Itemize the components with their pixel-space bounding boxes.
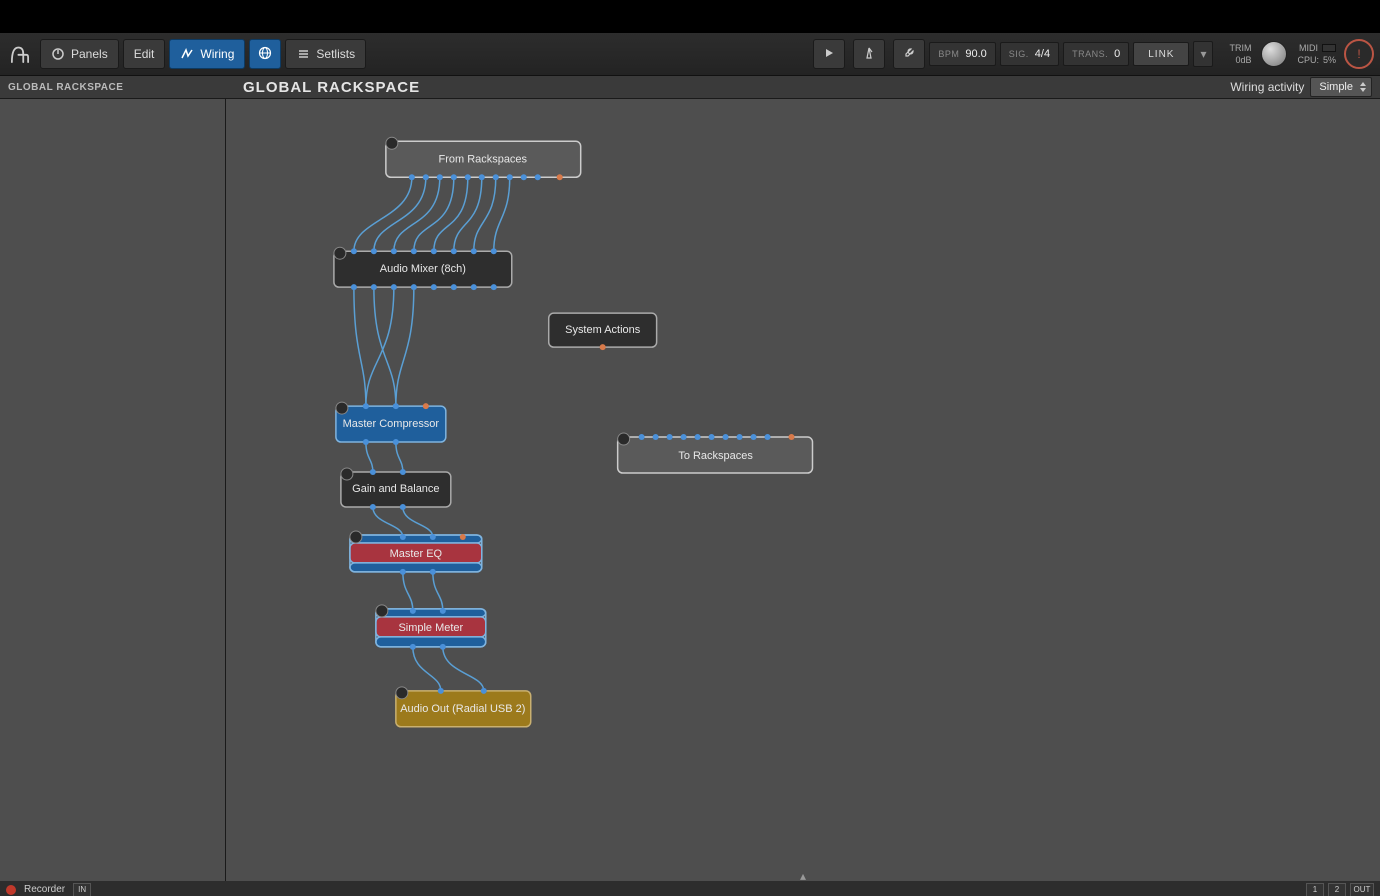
- page-title: GLOBAL RACKSPACE: [233, 79, 420, 96]
- panels-button[interactable]: Panels: [40, 39, 119, 69]
- midi-indicator: [1322, 44, 1336, 52]
- wiring-activity-label: Wiring activity: [1230, 80, 1304, 94]
- node-master-eq[interactable]: Master EQ: [350, 531, 482, 575]
- wiring-activity-select[interactable]: Simple: [1310, 77, 1372, 97]
- workspace: .node-rect { rx:5; ry:5; stroke-width:1.…: [0, 99, 1380, 881]
- play-icon: [823, 47, 835, 62]
- channel-2-badge[interactable]: 2: [1328, 883, 1346, 896]
- node-gain-balance[interactable]: Gain and Balance: [341, 468, 451, 510]
- chevron-down-icon: ▾: [1200, 47, 1206, 61]
- status-block: TRIM 0dB MIDI CPU: 5%: [1229, 41, 1336, 67]
- tempo-dropdown[interactable]: ▾: [1193, 41, 1213, 67]
- wrench-icon: [902, 46, 916, 63]
- node-simple-meter[interactable]: Simple Meter: [376, 605, 486, 650]
- svg-text:System Actions: System Actions: [565, 324, 641, 336]
- metronome-icon: [862, 46, 876, 63]
- global-button[interactable]: [249, 39, 281, 69]
- footer: Recorder IN 1 2 OUT: [0, 881, 1380, 896]
- panels-icon: [51, 47, 65, 61]
- cpu-label: CPU:: [1297, 55, 1319, 65]
- sig-value: 4/4: [1035, 48, 1050, 60]
- midi-label: MIDI: [1299, 43, 1318, 53]
- subheader: GLOBAL RACKSPACE GLOBAL RACKSPACE Wiring…: [0, 76, 1380, 99]
- sig-label: SIG.: [1009, 49, 1029, 59]
- sidebar-tab-label: GLOBAL RACKSPACE: [8, 82, 123, 93]
- node-from-rackspaces[interactable]: From Rackspaces: [386, 137, 581, 180]
- macos-titlebar: [0, 0, 1380, 33]
- edit-button[interactable]: Edit: [123, 39, 166, 69]
- setlists-label: Setlists: [316, 47, 355, 61]
- setlists-icon: [296, 47, 310, 61]
- wiring-canvas[interactable]: .node-rect { rx:5; ry:5; stroke-width:1.…: [226, 99, 1380, 881]
- transpose-box[interactable]: TRANS. 0: [1063, 42, 1129, 66]
- app-logo[interactable]: [4, 38, 36, 70]
- node-system-actions[interactable]: System Actions: [549, 313, 657, 350]
- sidebar-tab[interactable]: GLOBAL RACKSPACE: [0, 76, 233, 98]
- panic-button[interactable]: !: [1344, 39, 1374, 69]
- node-master-compressor[interactable]: Master Compressor: [336, 402, 446, 445]
- node-to-rackspaces[interactable]: To Rackspaces: [618, 433, 813, 473]
- out-badge[interactable]: OUT: [1350, 883, 1374, 896]
- bpm-label: BPM: [938, 49, 959, 59]
- bpm-value: 90.0: [965, 48, 986, 60]
- metronome-button[interactable]: [853, 39, 885, 69]
- svg-text:Simple Meter: Simple Meter: [398, 622, 463, 634]
- canvas-svg: .node-rect { rx:5; ry:5; stroke-width:1.…: [226, 99, 1380, 881]
- edit-label: Edit: [134, 47, 155, 61]
- svg-text:Master Compressor: Master Compressor: [343, 418, 440, 430]
- trans-label: TRANS.: [1072, 49, 1108, 59]
- recorder-label: Recorder: [24, 884, 65, 895]
- node-audio-out[interactable]: Audio Out (Radial USB 2): [396, 687, 531, 727]
- svg-text:Audio Out (Radial USB 2): Audio Out (Radial USB 2): [400, 703, 525, 715]
- wiring-icon: [180, 47, 194, 61]
- trim-knob[interactable]: [1261, 41, 1287, 67]
- main-toolbar: Panels Edit Wiring Setlists BPM 90.0 SIG…: [0, 33, 1380, 76]
- trim-label: TRIM: [1229, 43, 1251, 53]
- setlists-button[interactable]: Setlists: [285, 39, 366, 69]
- in-badge[interactable]: IN: [73, 883, 91, 896]
- link-label: LINK: [1148, 49, 1174, 60]
- svg-text:To Rackspaces: To Rackspaces: [678, 450, 753, 462]
- bpm-box[interactable]: BPM 90.0: [929, 42, 995, 66]
- globe-icon: [258, 46, 272, 63]
- transport-controls: BPM 90.0 SIG. 4/4 TRANS. 0 LINK ▾: [809, 39, 1213, 69]
- wiring-label: Wiring: [200, 47, 234, 61]
- panels-label: Panels: [71, 47, 108, 61]
- wiring-activity-value: Simple: [1319, 81, 1353, 93]
- cpu-value: 5%: [1323, 55, 1336, 65]
- drawer-handle[interactable]: ▴: [788, 871, 818, 881]
- trim-value: 0dB: [1235, 55, 1251, 65]
- alert-icon: !: [1357, 47, 1360, 61]
- svg-text:Audio Mixer (8ch): Audio Mixer (8ch): [380, 263, 466, 275]
- timesig-box[interactable]: SIG. 4/4: [1000, 42, 1059, 66]
- chevron-up-icon: ▴: [800, 869, 806, 881]
- tuner-button[interactable]: [893, 39, 925, 69]
- link-button[interactable]: LINK: [1133, 42, 1189, 66]
- channel-1-badge[interactable]: 1: [1306, 883, 1324, 896]
- svg-text:Gain and Balance: Gain and Balance: [352, 483, 439, 495]
- trans-value: 0: [1114, 48, 1120, 60]
- play-button[interactable]: [813, 39, 845, 69]
- sidebar: [0, 99, 226, 881]
- svg-text:Master EQ: Master EQ: [390, 548, 443, 560]
- svg-text:From Rackspaces: From Rackspaces: [439, 153, 528, 165]
- node-audio-mixer[interactable]: Audio Mixer (8ch): [334, 247, 512, 290]
- wiring-button[interactable]: Wiring: [169, 39, 245, 69]
- record-indicator[interactable]: [6, 885, 16, 895]
